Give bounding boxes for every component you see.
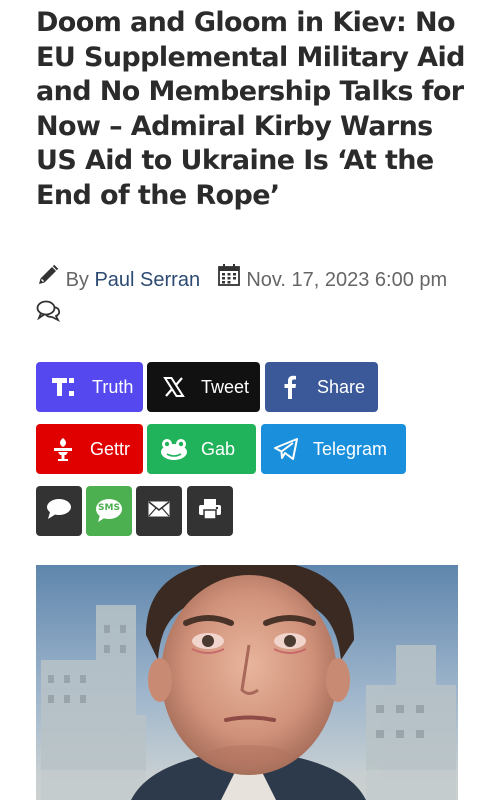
tweet-button[interactable]: Tweet — [147, 362, 260, 412]
share-label: Share — [317, 376, 366, 397]
email-share-button[interactable] — [136, 486, 182, 536]
article-meta: By Paul Serran Nov. 17, 2023 6:00 pm — [36, 262, 466, 335]
pencil-icon — [36, 263, 60, 299]
gab-label: Gab — [201, 438, 236, 459]
truth-share-button[interactable]: Truth — [36, 362, 143, 412]
gab-frog-icon — [159, 434, 189, 464]
gettr-share-button[interactable]: Gettr — [36, 424, 143, 474]
gettr-icon — [48, 434, 78, 464]
speech-bubble-icon — [46, 498, 72, 525]
article-headline: Doom and Gloom in Kiev: No EU Supplement… — [36, 7, 465, 211]
telegram-share-button[interactable]: Telegram — [261, 424, 406, 474]
facebook-icon — [275, 372, 305, 402]
article-photo — [36, 565, 458, 800]
telegram-icon — [271, 434, 301, 464]
gettr-label: Gettr — [90, 438, 131, 459]
x-icon — [159, 372, 189, 402]
sms-icon: SMS — [95, 498, 123, 524]
telegram-label: Telegram — [313, 438, 388, 459]
tweet-label: Tweet — [201, 376, 250, 397]
truth-label: Truth — [92, 376, 134, 397]
by-label: By — [65, 269, 89, 291]
comments-icon[interactable] — [36, 299, 62, 335]
comment-share-button[interactable] — [36, 486, 82, 536]
facebook-share-button[interactable]: Share — [265, 362, 378, 412]
print-button[interactable] — [187, 486, 233, 536]
sms-share-button[interactable]: SMS — [86, 486, 132, 536]
sms-icon-label: SMS — [98, 503, 120, 513]
truth-social-icon — [50, 372, 80, 402]
envelope-icon — [148, 500, 170, 522]
publish-date: Nov. 17, 2023 6:00 pm — [246, 269, 448, 291]
calendar-icon — [217, 263, 241, 299]
author-link[interactable]: Paul Serran — [94, 269, 200, 291]
printer-icon — [198, 498, 222, 525]
gab-share-button[interactable]: Gab — [147, 424, 256, 474]
